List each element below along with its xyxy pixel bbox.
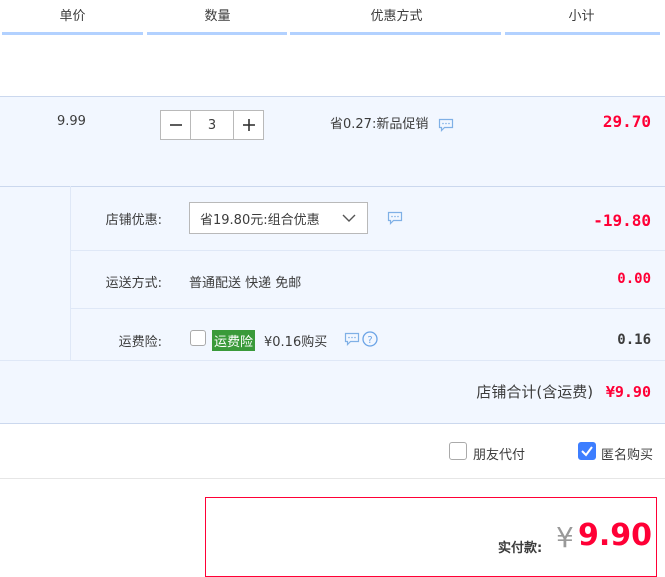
shipping-label: 运送方式:	[105, 276, 162, 291]
item-promo: 省0.27:新品促销	[330, 113, 454, 132]
header-underline	[2, 32, 143, 35]
header-underline	[290, 32, 501, 35]
insurance-badge: 运费险	[212, 330, 256, 351]
shop-total-value: ¥9.90	[605, 383, 651, 401]
message-icon[interactable]	[344, 332, 360, 346]
divider	[0, 360, 665, 361]
svg-text:?: ?	[367, 335, 372, 346]
header-discount: 优惠方式	[370, 9, 423, 24]
chevron-down-icon	[342, 214, 356, 222]
decrease-quantity-button[interactable]	[160, 110, 191, 140]
anonymous-label: 匿名购买	[601, 448, 654, 463]
header-underline	[147, 32, 287, 35]
payment-amount: 9.90	[578, 518, 653, 553]
shipping-method: 普通配送 快递 免邮	[189, 276, 302, 291]
insurance-value: 0.16	[617, 332, 651, 348]
shop-discount-selected: 省19.80元:组合优惠	[200, 212, 320, 228]
message-icon[interactable]	[387, 211, 403, 225]
item-row	[0, 96, 665, 187]
insurance-checkbox[interactable]	[190, 330, 206, 346]
shop-discount-select[interactable]: 省19.80元:组合优惠	[189, 202, 368, 234]
help-icon[interactable]: ?	[362, 331, 378, 347]
item-price: 9.99	[57, 114, 86, 129]
shop-discount-value: -19.80	[593, 211, 651, 230]
promo-text: 省0.27:新品促销	[330, 117, 429, 132]
header-underline	[505, 32, 660, 35]
payment-label: 实付款:	[498, 541, 543, 556]
quantity-input[interactable]: 3	[191, 110, 233, 140]
check-icon	[581, 446, 593, 457]
header-subtotal: 小计	[568, 9, 595, 24]
increase-quantity-button[interactable]	[233, 110, 264, 140]
quantity-stepper: 3	[160, 110, 264, 140]
shop-total-label: 店铺合计(含运费)	[476, 383, 594, 401]
item-subtotal: 29.70	[602, 112, 651, 131]
friend-pay-label: 朋友代付	[473, 448, 526, 463]
shop-total: 店铺合计(含运费) ¥9.90	[476, 381, 651, 402]
divider	[70, 308, 665, 309]
message-icon[interactable]	[438, 118, 454, 132]
insurance-label: 运费险:	[118, 335, 162, 350]
insurance-price: ¥0.16购买	[264, 335, 328, 350]
plus-icon	[242, 119, 255, 131]
shop-discount-label: 店铺优惠:	[105, 213, 162, 228]
header-quantity: 数量	[204, 9, 231, 24]
divider	[70, 250, 665, 251]
shipping-value: 0.00	[617, 271, 651, 287]
friend-pay-checkbox[interactable]	[449, 442, 467, 460]
divider	[70, 186, 71, 360]
header-unit-price: 单价	[59, 9, 86, 24]
payment-currency: ¥	[556, 521, 574, 554]
minus-icon	[169, 124, 182, 126]
anonymous-checkbox[interactable]	[578, 442, 596, 460]
divider	[0, 478, 665, 479]
